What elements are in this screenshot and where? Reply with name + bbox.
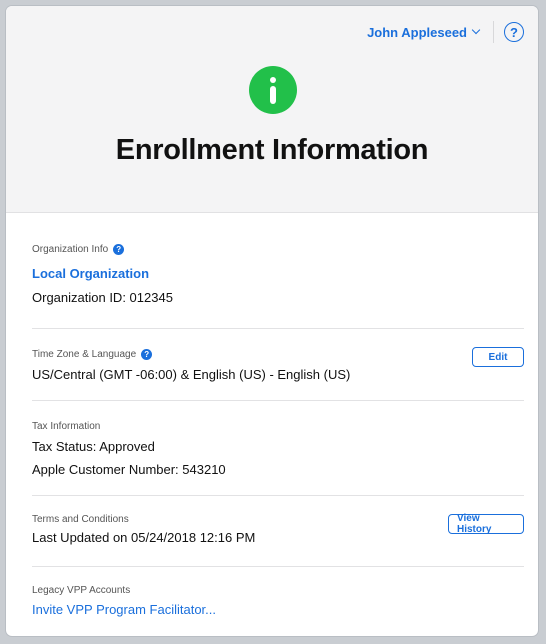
organization-name-link[interactable]: Local Organization <box>32 266 149 281</box>
timezone-label-text: Time Zone & Language <box>32 349 137 360</box>
user-menu[interactable]: John Appleseed <box>367 24 481 40</box>
organization-label-text: Organization Info <box>32 244 109 255</box>
topbar: John Appleseed ? <box>367 6 538 58</box>
organization-section: Organization Info ? Local Organization O… <box>32 212 524 329</box>
tax-status: Tax Status: Approved <box>32 439 155 454</box>
organization-label: Organization Info ? <box>32 244 125 255</box>
help-glyph: ? <box>510 24 518 40</box>
invite-facilitator-link[interactable]: Invite VPP Program Facilitator... <box>32 602 216 617</box>
view-history-button[interactable]: View History <box>448 513 524 535</box>
customer-number: Apple Customer Number: 543210 <box>32 462 226 477</box>
organization-id: Organization ID: 012345 <box>32 290 173 305</box>
help-icon[interactable]: ? <box>504 22 524 42</box>
tax-label: Tax Information <box>32 421 101 432</box>
terms-last-updated: Last Updated on 05/24/2018 12:16 PM <box>32 530 256 545</box>
edit-button[interactable]: Edit <box>472 347 524 367</box>
divider <box>493 21 494 43</box>
info-icon <box>249 66 297 114</box>
terms-section: Terms and Conditions Last Updated on 05/… <box>32 496 524 567</box>
page-title: Enrollment Information <box>115 134 429 166</box>
timezone-label: Time Zone & Language ? <box>32 349 153 360</box>
question-icon[interactable]: ? <box>141 349 153 360</box>
terms-label: Terms and Conditions <box>32 514 129 525</box>
enrollment-window: John Appleseed ? Enrollment Information … <box>6 6 538 636</box>
timezone-section: Time Zone & Language ? US/Central (GMT -… <box>32 329 524 401</box>
header: John Appleseed ? Enrollment Information <box>6 6 538 213</box>
legacy-vpp-section: Legacy VPP Accounts Invite VPP Program F… <box>32 567 524 636</box>
chevron-down-icon <box>471 25 481 35</box>
content: Organization Info ? Local Organization O… <box>32 212 524 636</box>
timezone-value: US/Central (GMT -06:00) & English (US) -… <box>32 367 351 382</box>
tax-section: Tax Information Tax Status: Approved App… <box>32 401 524 496</box>
question-icon[interactable]: ? <box>113 244 125 255</box>
user-name: John Appleseed <box>367 24 467 40</box>
legacy-vpp-label: Legacy VPP Accounts <box>32 585 131 596</box>
